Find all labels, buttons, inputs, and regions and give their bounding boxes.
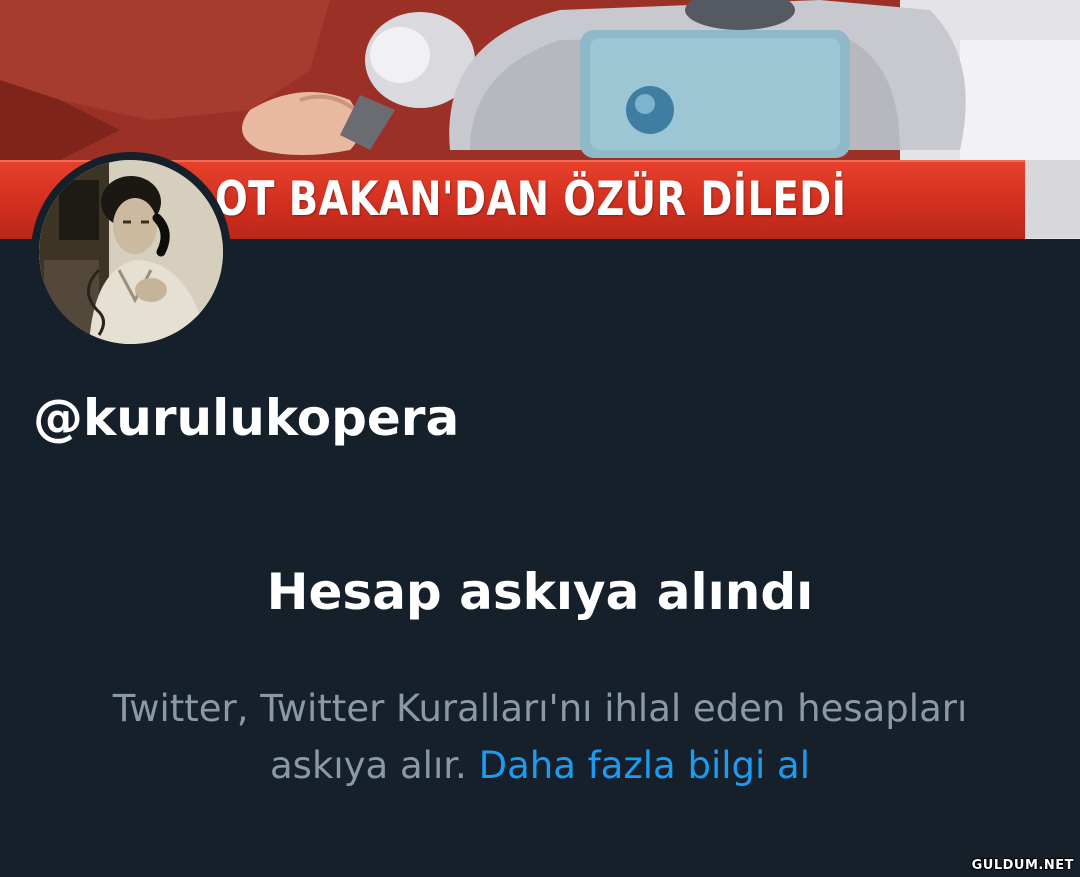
site-watermark: GULDUM.NET bbox=[971, 858, 1074, 873]
suspension-description: Twitter, Twitter Kuralları'nı ihlal eden… bbox=[60, 680, 1020, 794]
profile-handle: @kurulukopera bbox=[33, 389, 460, 447]
profile-avatar[interactable] bbox=[31, 152, 231, 352]
avatar-photo bbox=[39, 160, 223, 344]
news-ticker-edge bbox=[1025, 160, 1080, 238]
news-headline: OT BAKAN'DAN ÖZÜR DİLEDİ bbox=[215, 172, 847, 227]
suspension-title: Hesap askıya alındı bbox=[266, 563, 814, 621]
learn-more-link[interactable]: Daha fazla bilgi al bbox=[479, 744, 810, 787]
